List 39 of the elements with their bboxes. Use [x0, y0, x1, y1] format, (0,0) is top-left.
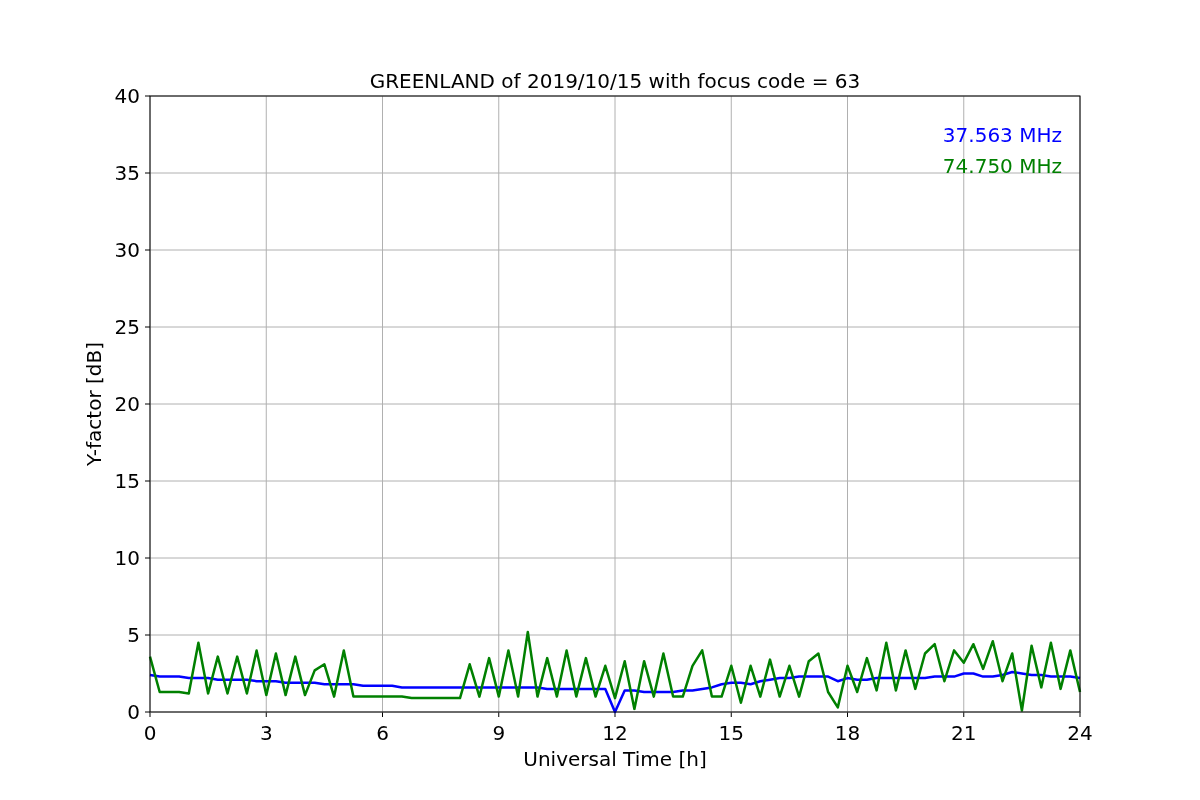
x-tick-label: 18	[834, 721, 861, 745]
y-tick-label: 30	[114, 238, 140, 262]
y-tick-label: 10	[114, 546, 140, 570]
legend-label: 37.563 MHz	[942, 123, 1062, 147]
tick-mark	[144, 557, 151, 559]
tick-mark	[1079, 711, 1081, 718]
x-tick-label: 15	[718, 721, 744, 745]
x-tick-label: 21	[951, 721, 977, 745]
y-tick-label: 15	[114, 469, 140, 493]
y-tick-label: 40	[114, 84, 140, 108]
tick-mark	[144, 403, 151, 405]
x-tick-label: 3	[259, 721, 273, 745]
x-tick-label: 24	[1067, 721, 1093, 745]
tick-mark	[963, 711, 965, 718]
y-axis-label: Y-factor [dB]	[82, 342, 106, 466]
legend-label: 74.750 MHz	[942, 154, 1062, 178]
chart-title: GREENLAND of 2019/10/15 with focus code = 63	[369, 69, 861, 93]
y-tick-label: 0	[127, 700, 140, 724]
tick-mark	[144, 172, 151, 174]
tick-mark	[144, 249, 151, 251]
tick-mark	[144, 326, 151, 328]
tick-mark	[614, 711, 616, 718]
x-tick-label: 6	[376, 721, 389, 745]
tick-mark	[382, 711, 383, 718]
x-tick-label: 0	[143, 721, 157, 745]
tick-mark	[847, 711, 848, 718]
x-axis-label: Universal Time [h]	[523, 747, 707, 771]
y-tick-label: 35	[114, 161, 140, 185]
x-tick-label: 9	[492, 721, 506, 745]
x-tick-label: 12	[602, 721, 628, 745]
tick-mark	[144, 480, 151, 482]
tick-mark	[498, 711, 500, 718]
y-tick-label: 20	[114, 392, 140, 416]
tick-mark	[144, 634, 151, 636]
y-tick-label: 25	[114, 315, 140, 339]
y-tick-label: 5	[127, 623, 140, 647]
tick-mark	[730, 711, 732, 718]
tick-mark	[265, 711, 267, 718]
tick-mark	[144, 95, 151, 97]
